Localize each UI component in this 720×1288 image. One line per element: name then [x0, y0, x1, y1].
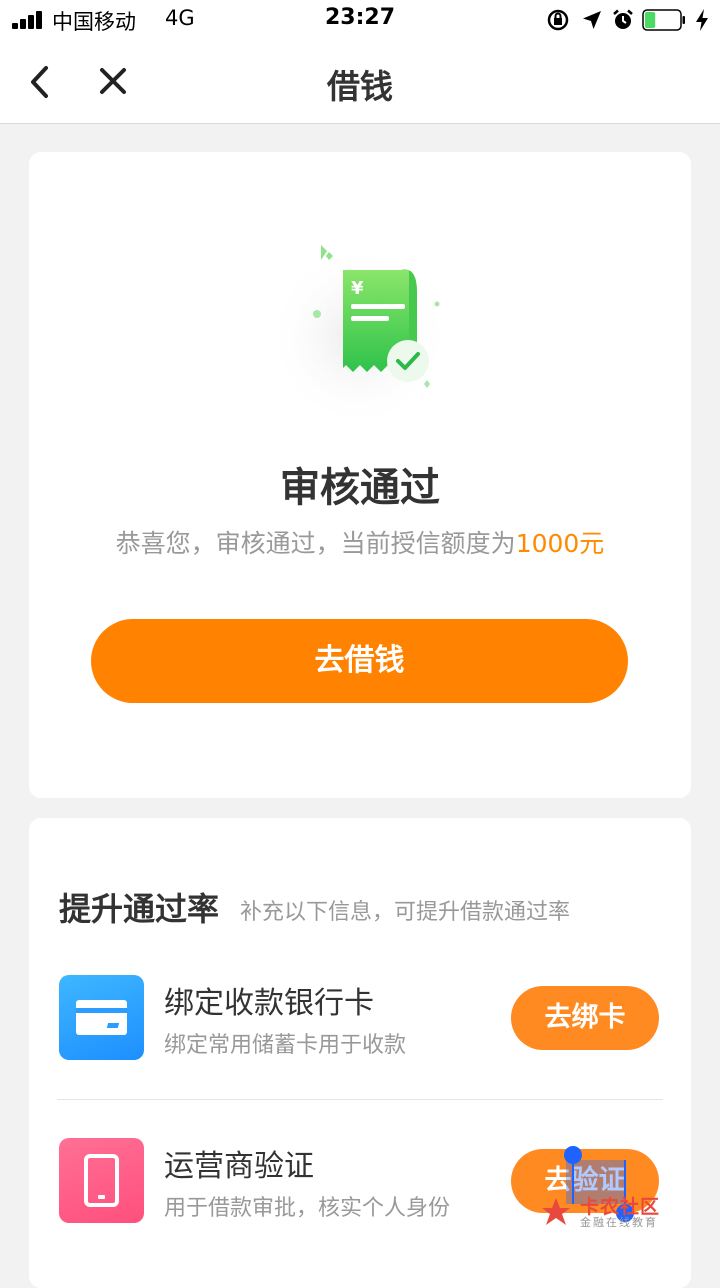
- carrier-verify-desc: 用于借款审批，核实个人身份: [164, 1196, 451, 1221]
- approved-receipt-icon: ¥: [267, 245, 451, 422]
- nav-bar: 借钱: [0, 40, 720, 124]
- divider: [57, 1099, 663, 1100]
- bind-bank-card-desc: 绑定常用储蓄卡用于收款: [164, 1033, 407, 1058]
- improve-title: 提升通过率: [59, 890, 220, 928]
- orientation-lock-icon: [547, 9, 569, 31]
- credit-amount: 1000元: [515, 529, 605, 558]
- approval-title: 审核通过: [280, 465, 440, 511]
- watermark: 卡农社区 金融在线教育: [540, 1192, 680, 1232]
- approval-card: ¥ 审核通过 恭喜您，审核通过，当前授信额度为1000元 去借钱: [29, 152, 691, 798]
- bind-bank-card-title: 绑定收款银行卡: [164, 986, 374, 1021]
- charging-icon: [696, 9, 708, 31]
- carrier-verify-title: 运营商验证: [164, 1149, 314, 1184]
- approval-description: 恭喜您，审核通过，当前授信额度为1000元: [29, 524, 691, 560]
- page-title: 借钱: [327, 67, 393, 106]
- improve-subtitle: 补充以下信息，可提升借款通过率: [240, 900, 571, 925]
- bank-card-icon: [59, 975, 144, 1060]
- phone-icon: [59, 1138, 144, 1223]
- location-icon: [583, 11, 601, 29]
- svg-text:¥: ¥: [351, 278, 364, 299]
- watermark-logo-icon: [542, 1198, 570, 1225]
- approval-description-text: 恭喜您，审核通过，当前授信额度为: [115, 529, 516, 558]
- alarm-icon: [613, 9, 633, 29]
- borrow-button[interactable]: 去借钱: [91, 619, 628, 703]
- status-bar: 中国移动 4G 23:27: [0, 0, 720, 40]
- bind-card-button[interactable]: 去绑卡: [511, 986, 659, 1050]
- watermark-subtitle: 金融在线教育: [580, 1216, 658, 1229]
- selection-handle-start[interactable]: [564, 1146, 582, 1164]
- battery-icon: [642, 9, 685, 31]
